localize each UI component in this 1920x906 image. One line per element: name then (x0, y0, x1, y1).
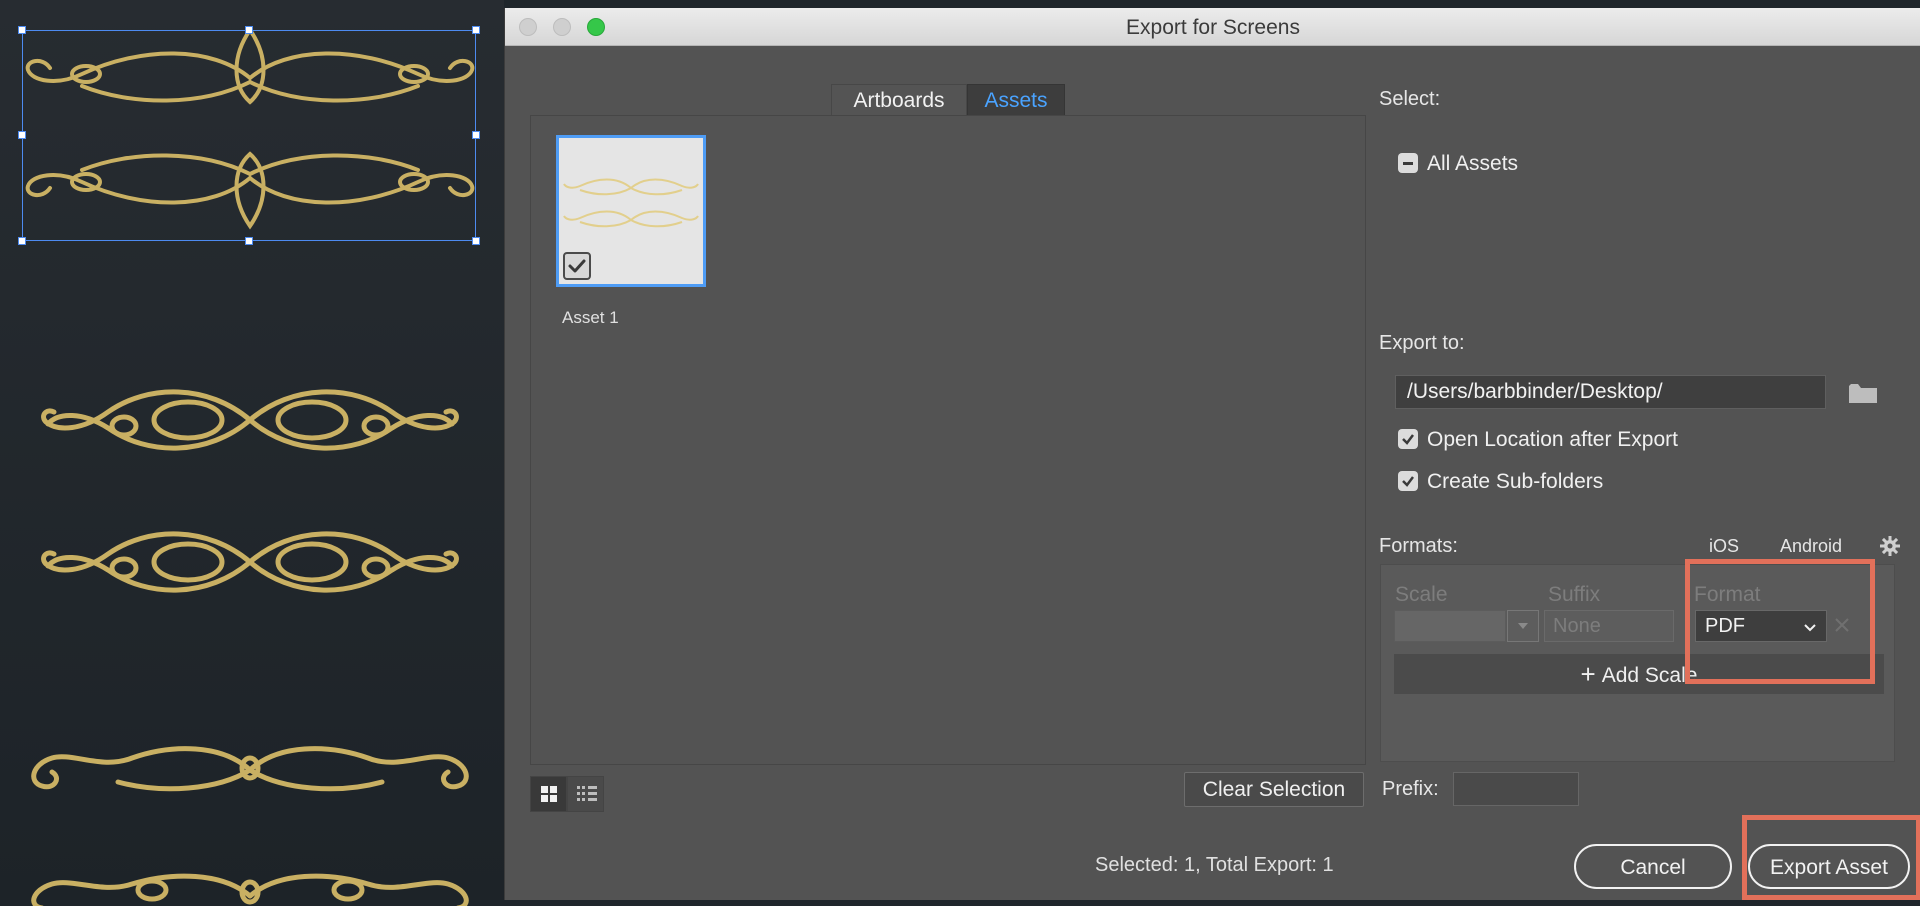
grid-view-icon (541, 786, 557, 802)
scale-input[interactable] (1394, 610, 1506, 642)
format-highlight-box (1685, 559, 1875, 684)
checkmark-icon (1402, 476, 1414, 487)
open-location-label: Open Location after Export (1427, 428, 1678, 451)
resize-handle-middle-right[interactable] (472, 131, 480, 139)
tab-assets[interactable]: Assets (967, 84, 1065, 116)
resize-handle-bottom-right[interactable] (472, 237, 480, 245)
cancel-button[interactable]: Cancel (1574, 844, 1732, 889)
resize-handle-bottom-left[interactable] (18, 237, 26, 245)
all-assets-label: All Assets (1427, 152, 1519, 175)
folder-icon[interactable] (1847, 380, 1879, 406)
suffix-column-header: Suffix (1548, 583, 1601, 606)
artwork-canvas[interactable] (0, 0, 504, 906)
checkmark-icon (1402, 434, 1414, 445)
resize-handle-bottom-center[interactable] (245, 237, 253, 245)
resize-handle-middle-left[interactable] (18, 131, 26, 139)
asset-checkbox[interactable] (563, 252, 591, 280)
ornament-divider-5[interactable] (22, 738, 478, 802)
export-to-label: Export to: (1379, 332, 1465, 354)
ornament-divider-4[interactable] (38, 524, 462, 600)
scale-column-header: Scale (1395, 583, 1448, 606)
asset-thumbnail-preview (563, 178, 699, 228)
ios-preset-button[interactable]: iOS (1709, 536, 1739, 557)
list-view-button[interactable] (567, 776, 604, 812)
select-label: Select: (1379, 88, 1441, 110)
resize-handle-top-left[interactable] (18, 26, 26, 34)
asset-thumbnail[interactable] (556, 135, 706, 287)
selection-bounding-box[interactable] (18, 26, 480, 245)
ornament-divider-6[interactable] (22, 866, 478, 906)
gear-icon[interactable] (1879, 535, 1901, 557)
prefix-label: Prefix: (1382, 778, 1439, 800)
tab-artboards[interactable]: Artboards (831, 84, 967, 116)
resize-handle-top-right[interactable] (472, 26, 480, 34)
chevron-down-icon (1518, 623, 1528, 629)
grid-view-button[interactable] (530, 776, 567, 812)
title-bar[interactable]: Export for Screens (505, 8, 1920, 46)
export-for-screens-dialog: Export for Screens Artboards Assets Asse… (504, 8, 1920, 900)
export-path-field[interactable]: /Users/barbbinder/Desktop/ (1395, 375, 1826, 409)
all-assets-checkbox[interactable] (1398, 153, 1418, 173)
list-view-icon (577, 786, 597, 801)
export-status-text: Selected: 1, Total Export: 1 (1095, 854, 1334, 876)
suffix-input[interactable]: None (1544, 610, 1674, 642)
export-highlight-box (1742, 815, 1920, 900)
plus-icon: + (1580, 659, 1596, 689)
clear-selection-button[interactable]: Clear Selection (1184, 772, 1364, 807)
open-location-checkbox[interactable] (1398, 429, 1418, 449)
scale-dropdown-button[interactable] (1507, 610, 1539, 642)
checkmark-icon (568, 259, 586, 273)
asset-name-label: Asset 1 (562, 308, 619, 327)
formats-label: Formats: (1379, 535, 1458, 557)
create-subfolders-label: Create Sub-folders (1427, 470, 1604, 493)
prefix-input[interactable] (1453, 772, 1579, 806)
add-scale-label: Add Scale (1601, 664, 1698, 687)
dialog-title: Export for Screens (1126, 16, 1300, 39)
create-subfolders-checkbox[interactable] (1398, 471, 1418, 491)
ornament-divider-3[interactable] (38, 382, 462, 458)
resize-handle-top-center[interactable] (245, 26, 253, 34)
indeterminate-icon (1403, 162, 1413, 165)
android-preset-button[interactable]: Android (1780, 536, 1842, 557)
